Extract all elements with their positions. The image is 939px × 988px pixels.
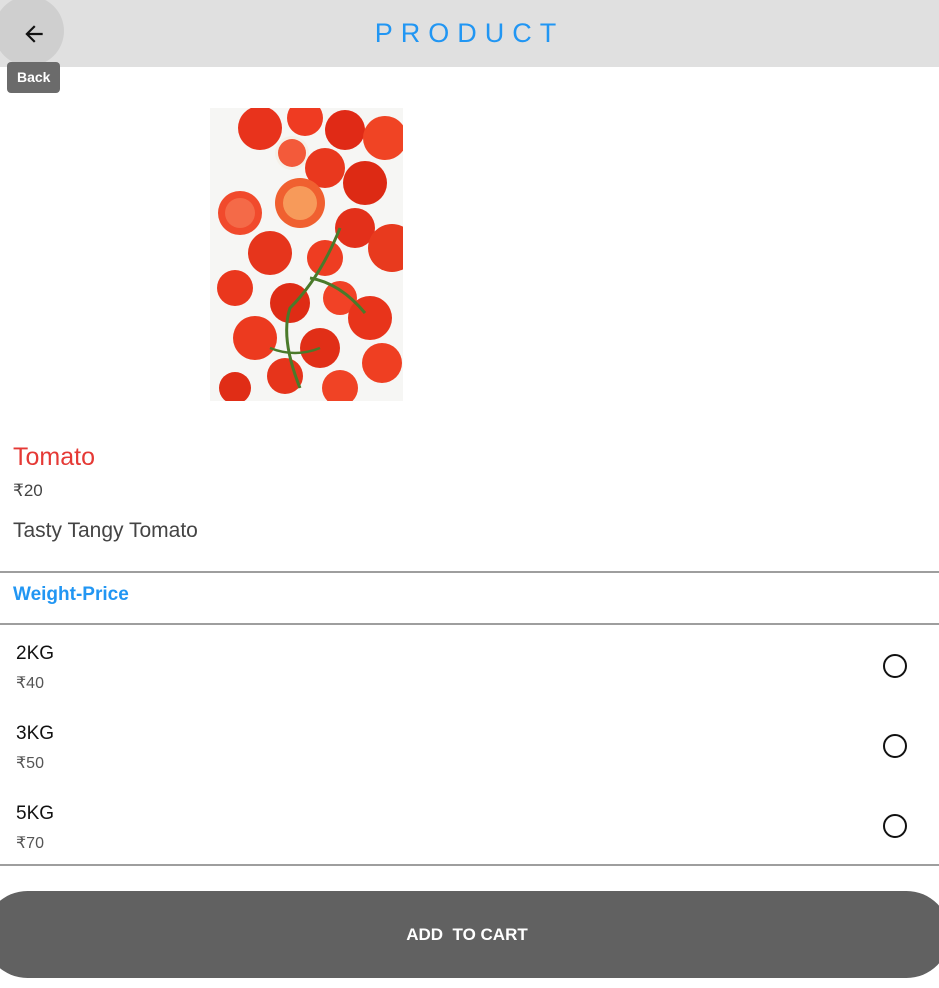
product-image (210, 108, 403, 401)
product-description: Tasty Tangy Tomato (13, 519, 198, 542)
divider (0, 864, 939, 866)
back-tooltip: Back (7, 62, 61, 93)
add-to-cart-button[interactable]: ADD TO CART (0, 891, 939, 978)
radio-button[interactable] (883, 814, 907, 838)
page-title: PRODUCT (374, 18, 565, 48)
option-weight: 5KG (16, 803, 55, 824)
weight-option-2kg[interactable]: 2KG ₹40 (0, 625, 939, 705)
weight-option-3kg[interactable]: 3KG ₹50 (0, 705, 939, 785)
radio-button[interactable] (883, 654, 907, 678)
weight-option-5kg[interactable]: 5KG ₹70 (0, 785, 939, 865)
arrow-back-icon (25, 25, 43, 43)
product-price: ₹20 (13, 481, 43, 500)
option-weight: 3KG (16, 723, 55, 744)
option-price: ₹50 (16, 755, 44, 772)
app-bar: PRODUCT (0, 0, 939, 67)
option-price: ₹40 (16, 675, 44, 692)
divider (0, 571, 939, 573)
option-weight: 2KG (16, 643, 55, 664)
weight-price-title: Weight-Price (13, 584, 129, 605)
product-name: Tomato (13, 443, 95, 471)
radio-button[interactable] (883, 734, 907, 758)
option-price: ₹70 (16, 835, 44, 852)
